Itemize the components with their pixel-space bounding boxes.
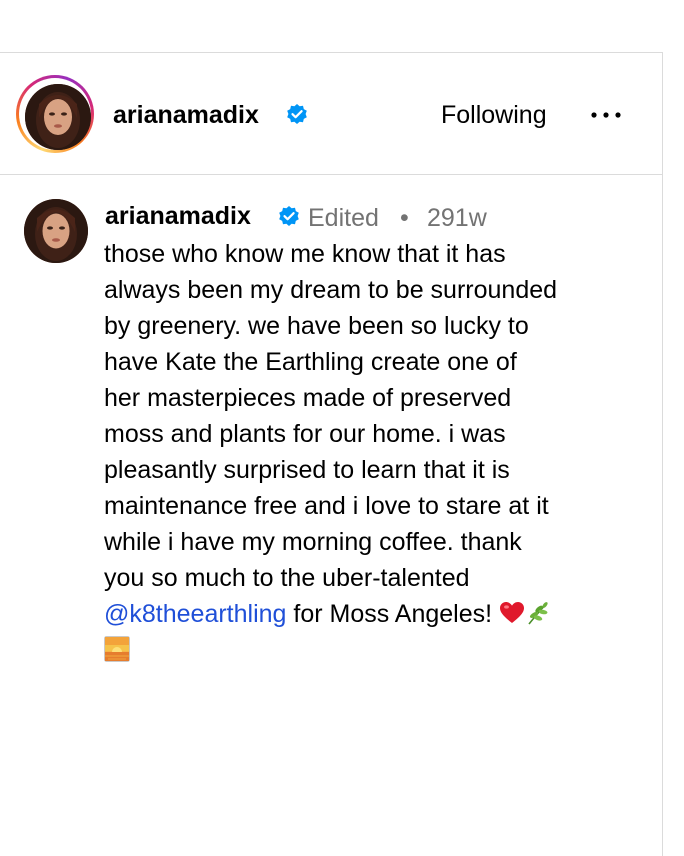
caption-username[interactable]: arianamadix [105, 200, 251, 232]
caption-avatar-image [24, 199, 88, 263]
caption-line: you so much to the uber-talented [104, 564, 470, 592]
caption-avatar[interactable] [24, 199, 88, 263]
caption-line: her masterpieces made of preserved [104, 384, 512, 412]
caption-line: pleasantly surprised to learn that it is [104, 456, 510, 484]
caption-line: maintenance free and i love to stare at … [104, 492, 549, 520]
verified-badge-icon [287, 104, 307, 124]
meta-separator: • [400, 204, 409, 232]
avatar-image [25, 84, 91, 150]
caption-text: those who know me know that it has alway… [104, 236, 644, 668]
caption-line: while i have my morning coffee. thank [104, 528, 522, 556]
avatar[interactable] [25, 84, 91, 150]
caption-line: those who know me know that it has [104, 240, 506, 268]
following-button[interactable]: Following [441, 100, 547, 130]
post-age[interactable]: 291w [427, 202, 487, 234]
red-heart-icon [500, 602, 525, 623]
more-options-icon[interactable] [588, 103, 624, 127]
caption-tail: for Moss Angeles! [286, 600, 500, 628]
story-ring[interactable] [16, 75, 94, 153]
edited-label: Edited [308, 204, 379, 232]
sunrise-icon [104, 636, 130, 662]
mention-link[interactable]: @k8theearthling [104, 600, 286, 628]
caption-line-emoji [104, 632, 644, 668]
header-username[interactable]: arianamadix [113, 100, 259, 130]
verified-badge-icon [279, 206, 299, 226]
caption-line-last: @k8theearthling for Moss Angeles! [104, 596, 644, 632]
caption-line: always been my dream to be surrounded [104, 276, 558, 304]
caption-line: have Kate the Earthling create one of [104, 348, 517, 376]
story-ring-gap [19, 78, 91, 150]
post-header: arianamadix Following [0, 53, 662, 175]
herb-icon [528, 602, 548, 625]
caption-line: by greenery. we have been so lucky to [104, 312, 529, 340]
caption-line: moss and plants for our home. i was [104, 420, 506, 448]
